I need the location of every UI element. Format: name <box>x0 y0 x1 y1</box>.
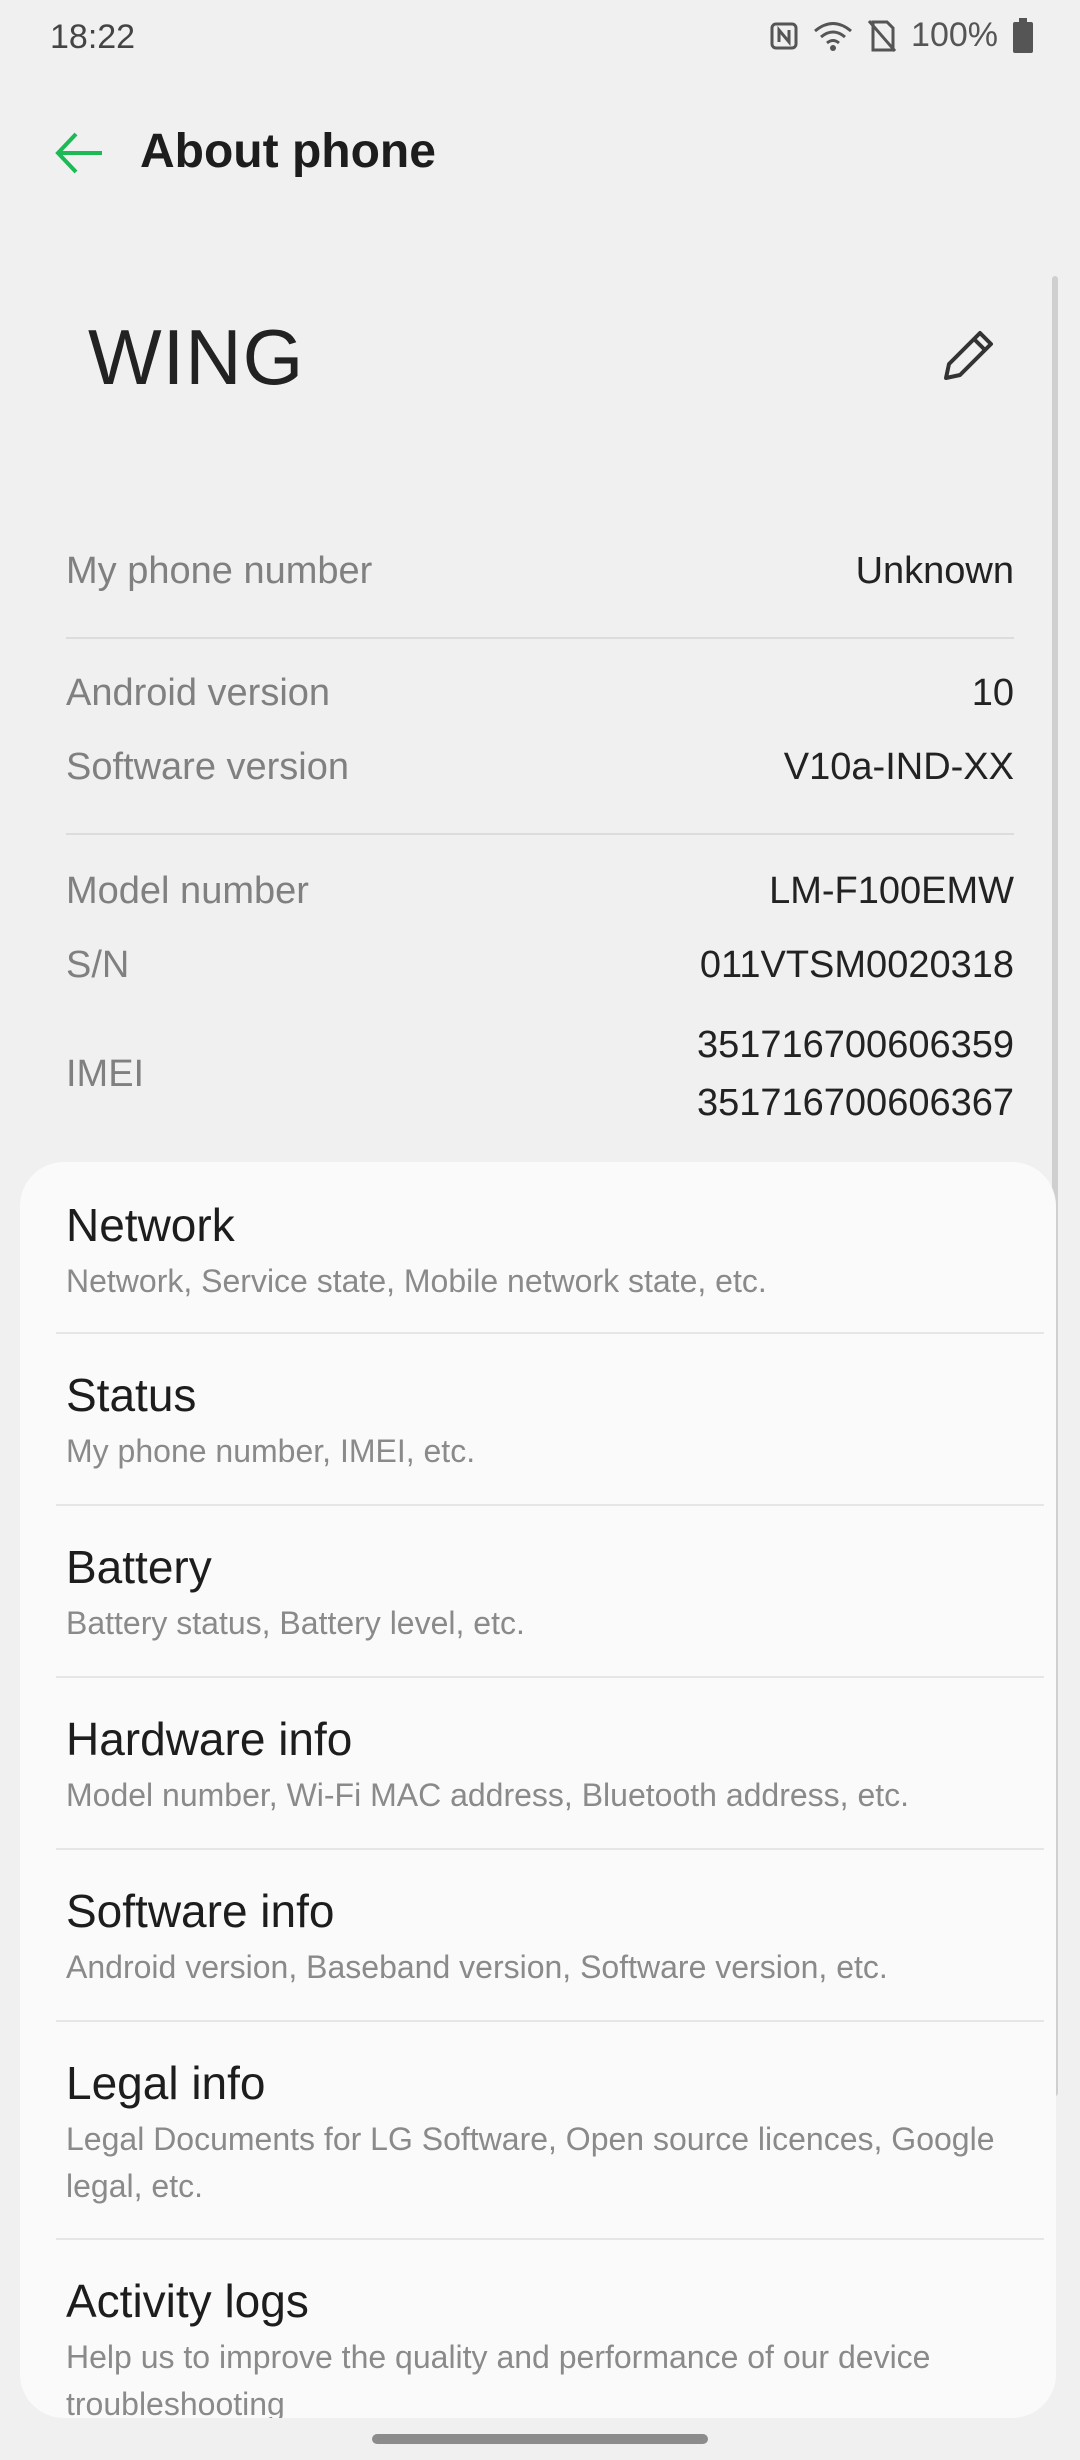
back-button[interactable] <box>52 126 106 180</box>
menu-item-subtitle: Model number, Wi-Fi MAC address, Bluetoo… <box>66 1777 910 1813</box>
info-value: 10 <box>971 672 1014 714</box>
battery-icon <box>1012 17 1034 54</box>
edit-device-name-button[interactable] <box>936 324 1000 388</box>
menu-item-title: Activity logs <box>66 2275 309 2327</box>
menu-item-title: Status <box>66 1369 197 1421</box>
imei-value-1: 351716700606359 <box>696 1024 1014 1066</box>
imei-value-2: 351716700606367 <box>696 1082 1014 1124</box>
pencil-icon <box>944 331 993 380</box>
info-row-android-version: Android version 10 <box>66 672 1014 715</box>
menu-item-title: Legal info <box>66 2057 266 2109</box>
status-icons: 100% <box>769 16 1034 55</box>
info-value: Unknown <box>855 550 1014 592</box>
info-row-phone-number: My phone number Unknown <box>66 550 1014 593</box>
menu-item-activity-logs[interactable]: Activity logs Help us to improve the qua… <box>20 2240 1056 2418</box>
menu-item-hardware-info[interactable]: Hardware info Model number, Wi-Fi MAC ad… <box>20 1678 1056 1848</box>
menu-item-title: Software info <box>66 1885 335 1937</box>
menu-item-title: Network <box>66 1199 235 1251</box>
battery-percent: 100% <box>911 16 998 54</box>
menu-item-legal-info[interactable]: Legal info Legal Documents for LG Softwa… <box>20 2022 1056 2238</box>
info-label: IMEI <box>66 1052 145 1095</box>
imei-values: 351716700606359 351716700606367 <box>697 1016 1014 1132</box>
info-label: S/N <box>66 944 130 986</box>
info-label: Android version <box>66 672 331 714</box>
no-sim-icon <box>867 19 897 53</box>
wifi-icon <box>813 20 853 52</box>
menu-item-status[interactable]: Status My phone number, IMEI, etc. <box>20 1334 1056 1504</box>
info-row-serial-number: S/N 011VTSM0020318 <box>66 944 1014 987</box>
menu-item-subtitle: My phone number, IMEI, etc. <box>66 1433 476 1469</box>
menu-item-subtitle: Android version, Baseband version, Softw… <box>66 1949 888 1985</box>
info-value: V10a-IND-XX <box>783 746 1014 788</box>
menu-item-battery[interactable]: Battery Battery status, Battery level, e… <box>20 1506 1056 1676</box>
arrow-left-icon <box>55 132 102 174</box>
about-menu-card: Network Network, Service state, Mobile n… <box>20 1162 1056 2418</box>
status-bar: 18:22 100% <box>0 0 1080 80</box>
gesture-nav-handle[interactable] <box>372 2434 708 2444</box>
menu-item-software-info[interactable]: Software info Android version, Baseband … <box>20 1850 1056 2020</box>
menu-item-subtitle: Help us to improve the quality and perfo… <box>66 2339 931 2418</box>
divider <box>66 833 1014 835</box>
info-value: LM-F100EMW <box>769 870 1014 912</box>
app-bar: About phone <box>0 110 1080 190</box>
divider <box>66 637 1014 639</box>
info-row-imei: IMEI 351716700606359 351716700606367 <box>66 1016 1014 1132</box>
menu-item-subtitle: Legal Documents for LG Software, Open so… <box>66 2121 995 2204</box>
info-value: 011VTSM0020318 <box>699 944 1014 986</box>
menu-item-subtitle: Battery status, Battery level, etc. <box>66 1605 525 1641</box>
menu-item-title: Hardware info <box>66 1713 353 1765</box>
info-label: Software version <box>66 746 350 788</box>
info-row-software-version: Software version V10a-IND-XX <box>66 746 1014 789</box>
status-time: 18:22 <box>50 18 136 56</box>
nfc-icon <box>769 21 799 51</box>
menu-item-title: Battery <box>66 1541 212 1593</box>
info-label: My phone number <box>66 550 373 592</box>
info-label: Model number <box>66 870 309 912</box>
device-name: WING <box>88 313 305 401</box>
info-row-model-number: Model number LM-F100EMW <box>66 870 1014 913</box>
menu-item-subtitle: Network, Service state, Mobile network s… <box>66 1263 767 1299</box>
page-title: About phone <box>140 125 436 178</box>
menu-item-network[interactable]: Network Network, Service state, Mobile n… <box>20 1162 1056 1332</box>
